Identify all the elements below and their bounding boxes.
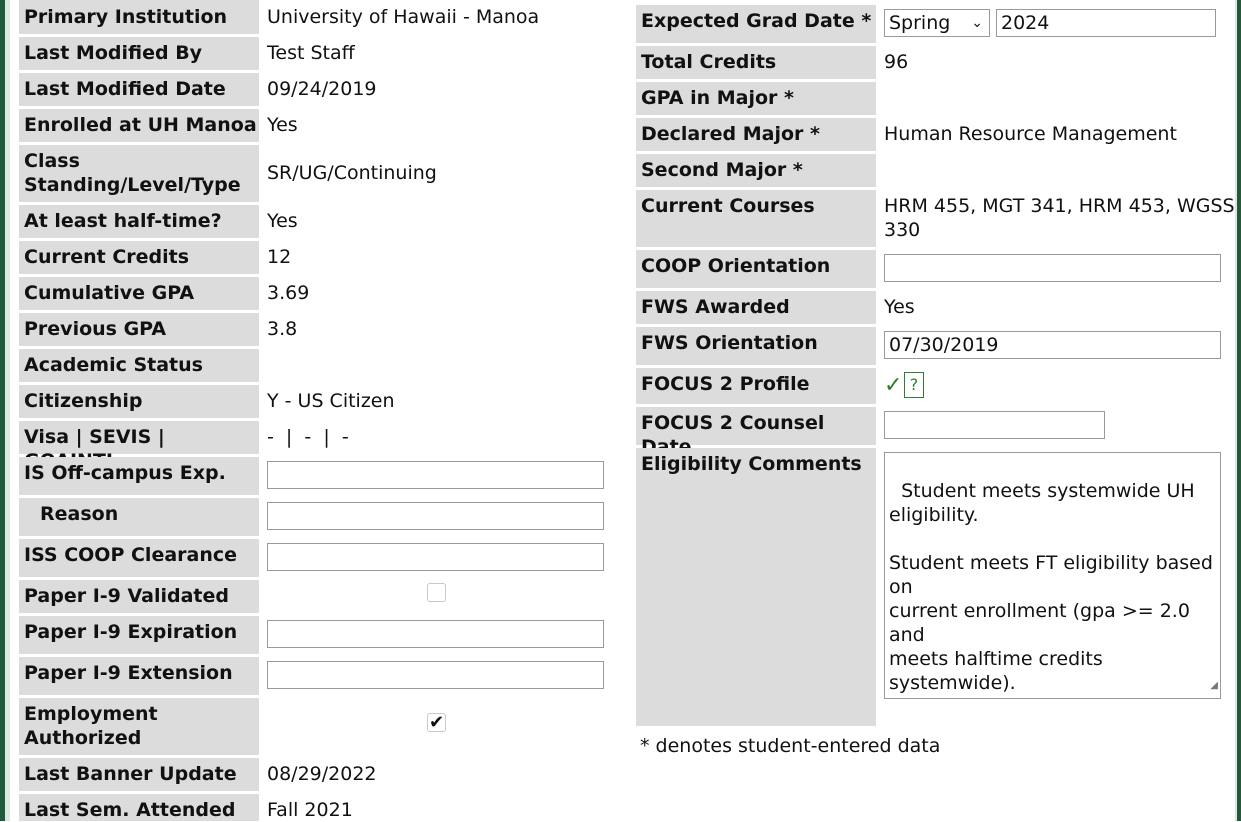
enrolled-label: Enrolled at UH Manoa — [19, 109, 259, 142]
check-icon: ✓ — [884, 373, 903, 398]
eligibility-comments-textarea[interactable]: Student meets systemwide UH eligibility.… — [884, 452, 1221, 699]
gpa-major-label: GPA in Major * — [636, 82, 876, 115]
previous-gpa-value: 3.8 — [267, 318, 298, 340]
cumulative-gpa-value: 3.69 — [267, 282, 310, 304]
primary-institution-label: Primary Institution — [19, 0, 259, 34]
iss-coop-label: ISS COOP Clearance — [19, 539, 259, 577]
last-modified-by-label: Last Modified By — [19, 37, 259, 70]
current-courses-label: Current Courses — [636, 190, 876, 247]
employment-authorized-label: Employment Authorized — [19, 698, 259, 755]
fws-awarded-value: Yes — [884, 296, 915, 318]
class-standing-value: SR/UG/Continuing — [267, 162, 437, 184]
employment-authorized-label-line2: Authorized — [24, 727, 142, 749]
citizenship-label: Citizenship — [19, 385, 259, 418]
last-sem-attended-label: Last Sem. Attended — [19, 794, 259, 821]
fws-awarded-label: FWS Awarded — [636, 291, 876, 324]
employment-authorized-checkbox[interactable]: ✔ — [427, 713, 446, 732]
visa-value: - | - | - — [267, 426, 349, 448]
reason-input[interactable] — [267, 502, 604, 530]
resize-grip-icon[interactable]: ◢ — [1210, 674, 1218, 698]
expected-grad-label: Expected Grad Date * — [636, 5, 876, 43]
declared-major-value: Human Resource Management — [884, 123, 1177, 145]
i9-expiration-input[interactable] — [267, 620, 604, 648]
class-standing-label-line1: Class — [24, 150, 80, 172]
coop-orientation-input[interactable] — [884, 254, 1221, 282]
reason-label: Reason — [19, 498, 259, 536]
fws-orientation-label: FWS Orientation — [636, 327, 876, 365]
second-major-label: Second Major * — [636, 154, 876, 187]
i9-extension-label: Paper I-9 Extension — [19, 657, 259, 695]
help-icon[interactable]: ? — [904, 372, 924, 398]
checkmark-icon: ✔ — [429, 712, 445, 733]
footnote: * denotes student-entered data — [640, 735, 941, 757]
previous-gpa-label: Previous GPA — [19, 313, 259, 346]
eligibility-comments-text: Student meets systemwide UH eligibility.… — [889, 480, 1213, 694]
grad-semester-value: Spring — [889, 12, 951, 34]
frame-left-border — [0, 0, 10, 821]
last-modified-date-label: Last Modified Date — [19, 73, 259, 106]
last-banner-update-label: Last Banner Update — [19, 758, 259, 791]
is-offcampus-input[interactable] — [267, 461, 604, 489]
fws-orientation-input[interactable] — [884, 331, 1221, 359]
visa-label: Visa | SEVIS | GOAINTL — [19, 421, 259, 472]
current-credits-value: 12 — [267, 246, 292, 268]
class-standing-label: Class Standing/Level/Type — [19, 145, 259, 202]
last-modified-by-value: Test Staff — [267, 42, 355, 64]
i9-expiration-label: Paper I-9 Expiration — [19, 616, 259, 654]
focus2-counsel-label: FOCUS 2 Counsel Date — [636, 407, 876, 458]
focus2-profile-label: FOCUS 2 Profile — [636, 368, 876, 404]
last-modified-date-value: 09/24/2019 — [267, 78, 377, 100]
grad-semester-select[interactable]: Spring ⌄ — [884, 9, 990, 37]
class-standing-label-line2: Standing/Level/Type — [24, 174, 241, 196]
primary-institution-value: University of Hawaii - Manoa — [267, 6, 540, 28]
iss-coop-input[interactable] — [267, 543, 604, 571]
i9-validated-label: Paper I-9 Validated — [19, 580, 259, 613]
eligibility-comments-label: Eligibility Comments — [636, 448, 876, 726]
enrolled-value: Yes — [267, 114, 298, 136]
last-sem-attended-value: Fall 2021 — [267, 799, 353, 821]
half-time-label: At least half-time? — [19, 205, 259, 238]
coop-orientation-label: COOP Orientation — [636, 250, 876, 288]
i9-validated-checkbox[interactable] — [427, 583, 446, 602]
total-credits-label: Total Credits — [636, 46, 876, 79]
current-credits-label: Current Credits — [19, 241, 259, 274]
is-offcampus-label: IS Off-campus Exp. — [19, 457, 259, 495]
employment-authorized-label-line1: Employment — [24, 703, 158, 725]
cumulative-gpa-label: Cumulative GPA — [19, 277, 259, 310]
declared-major-label: Declared Major * — [636, 118, 876, 151]
half-time-value: Yes — [267, 210, 298, 232]
chevron-down-icon: ⌄ — [971, 15, 983, 31]
current-courses-value: HRM 455, MGT 341, HRM 453, WGSS 330 — [884, 194, 1235, 242]
citizenship-value: Y - US Citizen — [267, 390, 395, 412]
total-credits-value: 96 — [884, 51, 909, 73]
frame-right-border — [1235, 0, 1241, 821]
focus2-counsel-input[interactable] — [884, 411, 1105, 439]
grad-year-input[interactable] — [996, 9, 1216, 37]
current-courses-line1: HRM 455, MGT 341, HRM 453, WGSS — [884, 195, 1235, 217]
academic-status-label: Academic Status — [19, 349, 259, 382]
i9-extension-input[interactable] — [267, 661, 604, 689]
last-banner-update-value: 08/29/2022 — [267, 763, 377, 785]
current-courses-line2: 330 — [884, 219, 921, 241]
